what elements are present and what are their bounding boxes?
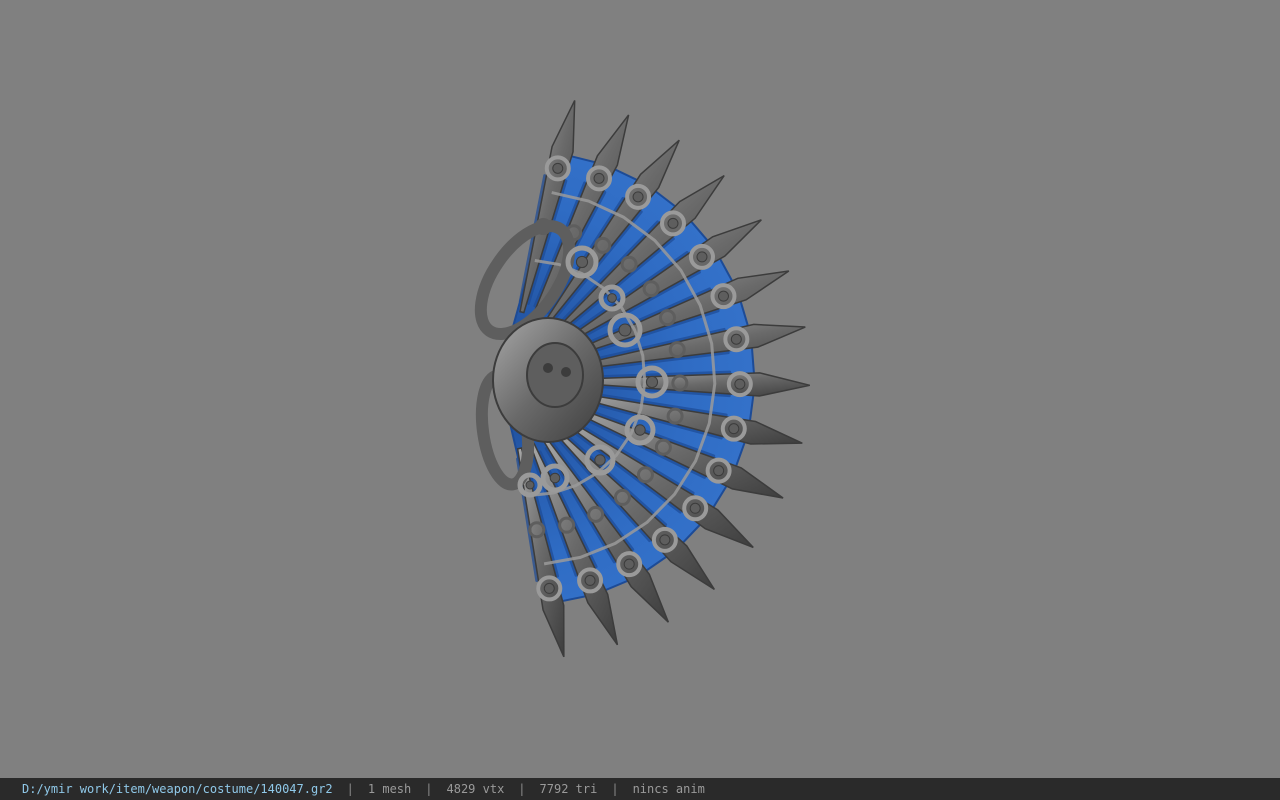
hub-curl (549, 472, 561, 484)
blade-ornament (659, 534, 671, 546)
separator: | (518, 782, 526, 796)
hub-curl (575, 255, 589, 269)
hub-curl (607, 293, 617, 303)
fan-model-icon (474, 100, 810, 658)
blade-ornament (689, 502, 701, 514)
model-viewport[interactable] (0, 0, 1280, 778)
blade-ornament (543, 582, 555, 594)
blade-ornament (584, 574, 596, 586)
triangle-count: 7792 tri (539, 782, 598, 796)
blade-ornament (717, 290, 729, 302)
blade-ornament (734, 378, 746, 390)
blade-ornament (593, 172, 605, 184)
file-path: D:/ymir work/item/weapon/costume/140047.… (22, 782, 333, 796)
separator: | (425, 782, 433, 796)
hub-face (526, 342, 584, 408)
blade-ornament (667, 217, 679, 229)
vertex-count: 4829 vtx (446, 782, 505, 796)
hub-eye (561, 367, 571, 377)
animation-status: nincs anim (632, 782, 705, 796)
blade-ornament (552, 162, 564, 174)
separator: | (611, 782, 619, 796)
blade-ornament (623, 558, 635, 570)
hub-curl (645, 375, 659, 389)
blade-ornament (713, 465, 725, 477)
blade-ornament (632, 191, 644, 203)
blade-ornament (696, 251, 708, 263)
mesh-count: 1 mesh (367, 782, 412, 796)
hub-curl (594, 454, 606, 466)
status-bar: D:/ymir work/item/weapon/costume/140047.… (0, 778, 1280, 800)
hub-curl (525, 480, 535, 490)
hub-curl (618, 323, 632, 337)
hub-curl (634, 424, 646, 436)
blade-ornament (728, 423, 740, 435)
blade-ornament (730, 333, 742, 345)
separator: | (346, 782, 354, 796)
hub-eye (543, 363, 553, 373)
